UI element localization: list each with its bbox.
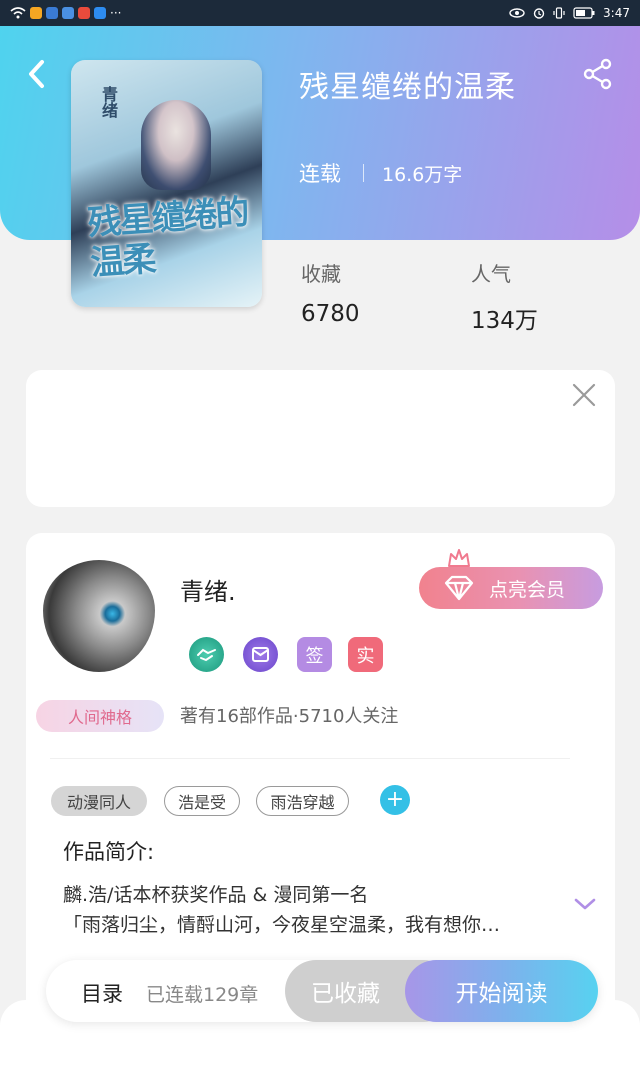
book-meta: 连载 16.6万字	[299, 158, 462, 188]
author-name[interactable]: 青绪.	[180, 572, 236, 607]
serial-status: 连载	[299, 162, 341, 186]
eye-icon	[509, 8, 525, 18]
cover-series-text: 青绪	[99, 86, 118, 118]
app-notification-icon	[78, 7, 90, 19]
toc-button[interactable]: 目录	[81, 978, 123, 1008]
envelope-badge-icon[interactable]	[243, 637, 278, 672]
tag-item[interactable]: 雨浩穿越	[256, 786, 349, 816]
expand-intro-button[interactable]	[572, 893, 598, 915]
signed-badge[interactable]: 签	[297, 637, 332, 672]
chevron-left-icon	[29, 60, 44, 88]
handshake-badge-icon[interactable]	[189, 637, 224, 672]
handshake-icon	[197, 648, 216, 662]
chevron-down-icon	[574, 898, 596, 910]
more-notifications: ···	[110, 6, 122, 20]
intro-heading: 作品简介:	[63, 840, 155, 864]
app-notification-icon	[94, 7, 106, 19]
cover-illustration	[141, 100, 211, 190]
start-reading-button[interactable]: 开始阅读	[405, 960, 598, 1022]
title-badge: 人间神格	[36, 700, 164, 732]
popularity-label: 人气	[471, 262, 511, 286]
envelope-icon	[252, 647, 269, 662]
status-bar: ··· 3:47	[0, 0, 640, 26]
vip-label: 点亮会员	[489, 578, 566, 601]
chapter-count: 已连载129章	[146, 984, 259, 1006]
intro-line-1: 麟.浩/话本杯获奖作品 & 漫同第一名	[63, 884, 369, 906]
vibrate-icon	[553, 7, 565, 19]
back-button[interactable]	[22, 56, 52, 92]
cover-title-art: 残星缱绻的温柔	[86, 192, 249, 284]
add-tag-button[interactable]: +	[380, 785, 410, 815]
intro-line-2: 「雨落归尘，情酹山河，今夜星空温柔，我有想你…	[63, 914, 501, 936]
popularity-stat: 人气 134万	[471, 258, 538, 335]
divider	[50, 758, 570, 759]
ad-card	[26, 370, 615, 507]
share-icon	[583, 58, 612, 90]
wifi-icon	[10, 7, 26, 19]
alarm-icon	[533, 8, 545, 19]
favorites-value: 6780	[301, 301, 360, 327]
diamond-icon	[444, 575, 474, 601]
share-button[interactable]	[580, 56, 616, 92]
tag-item[interactable]: 动漫同人	[51, 786, 147, 816]
tag-item[interactable]: 浩是受	[164, 786, 240, 816]
close-icon	[572, 383, 596, 407]
app-notification-icon	[46, 7, 58, 19]
app-notification-icon	[30, 7, 42, 19]
word-count: 16.6万字	[382, 163, 463, 186]
app-notification-icon	[62, 7, 74, 19]
favorited-label: 已收藏	[311, 981, 380, 1007]
close-ad-button[interactable]	[570, 381, 598, 409]
clock-time: 3:47	[603, 6, 630, 20]
favorites-stat: 收藏 6780	[301, 258, 360, 327]
book-cover[interactable]: 青绪 残星缱绻的温柔	[71, 60, 262, 307]
start-reading-label: 开始阅读	[455, 981, 548, 1007]
battery-icon	[573, 7, 595, 19]
verified-badge[interactable]: 实	[348, 637, 383, 672]
author-stats: 著有16部作品·5710人关注	[180, 706, 399, 727]
popularity-value: 134万	[471, 308, 538, 334]
favorites-label: 收藏	[301, 262, 341, 286]
book-title: 残星缱绻的温柔	[299, 70, 516, 105]
meta-divider	[363, 164, 364, 182]
